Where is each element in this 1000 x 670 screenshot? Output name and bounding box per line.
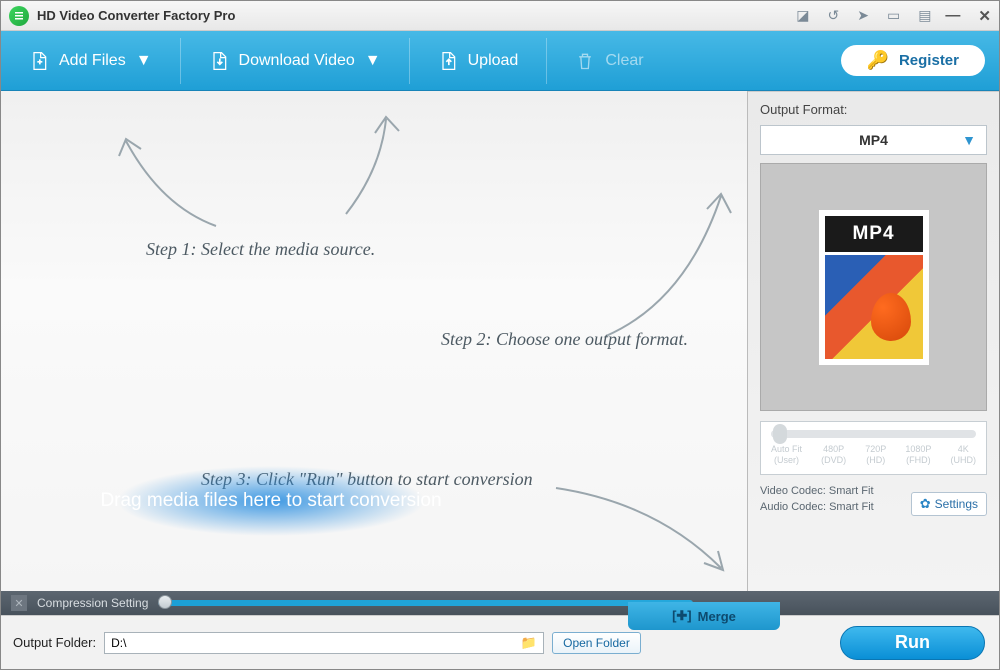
run-button[interactable]: Run (840, 626, 985, 660)
feedback-icon[interactable]: ▭ (887, 7, 900, 24)
format-select[interactable]: MP4 ▼ (760, 125, 987, 155)
chevron-down-icon: ▼ (136, 52, 152, 70)
step-1-text: Step 1: Select the media source. (146, 239, 375, 260)
gear-icon: ✿ (920, 496, 931, 512)
app-title: HD Video Converter Factory Pro (37, 8, 796, 23)
thumb-label: MP4 (852, 223, 894, 245)
main-toolbar: Add Files ▼ Download Video ▼ Upload Clea… (1, 31, 999, 91)
bottom-bar: [✚] Merge Output Folder: D:\ 📁 Open Fold… (1, 615, 999, 669)
facebook-icon[interactable]: ◪ (796, 7, 809, 24)
clear-label: Clear (605, 52, 643, 70)
title-social-icons: ◪ ↺ ➤ ▭ ▤ (796, 7, 931, 24)
open-folder-button[interactable]: Open Folder (552, 632, 641, 654)
separator (546, 38, 547, 84)
send-icon[interactable]: ➤ (857, 7, 869, 24)
resolution-slider[interactable]: Auto Fit(User) 480P(DVD) 720P(HD) 1080P(… (760, 421, 987, 475)
codec-row: Video Codec: Smart Fit Audio Codec: Smar… (760, 483, 987, 516)
drop-area[interactable]: Step 1: Select the media source. Step 2:… (1, 91, 748, 591)
format-value: MP4 (859, 132, 888, 148)
output-folder-value: D:\ (111, 636, 126, 650)
compression-bar: ✕ Compression Setting (1, 591, 999, 615)
thumb-image (825, 255, 923, 359)
arrow-3 (591, 171, 741, 341)
merge-icon: [✚] (672, 608, 692, 624)
undo-icon[interactable]: ↺ (827, 7, 839, 24)
format-preview[interactable]: MP4 (760, 163, 987, 411)
titlebar: HD Video Converter Factory Pro ◪ ↺ ➤ ▭ ▤… (1, 1, 999, 31)
compression-close-icon[interactable]: ✕ (11, 595, 27, 611)
app-icon (9, 6, 29, 26)
separator (180, 38, 181, 84)
separator (409, 38, 410, 84)
download-label: Download Video (239, 52, 355, 70)
register-label: Register (899, 52, 959, 69)
folder-browse-icon[interactable]: 📁 (521, 635, 537, 651)
drop-hint-text: Drag media files here to start conversio… (100, 490, 441, 512)
minimize-icon[interactable]: — (945, 7, 960, 25)
output-panel: Output Format: MP4 ▼ MP4 Auto Fit(User) … (748, 91, 999, 591)
audio-codec-text: Audio Codec: Smart Fit (760, 499, 874, 516)
compression-label: Compression Setting (37, 596, 148, 610)
chevron-down-icon: ▼ (962, 132, 976, 148)
merge-label: Merge (698, 609, 736, 624)
settings-button[interactable]: ✿ Settings (911, 492, 987, 516)
arrow-2 (331, 99, 451, 219)
upload-label: Upload (468, 52, 519, 70)
arrow-1 (101, 111, 231, 241)
add-files-button[interactable]: Add Files ▼ (15, 44, 166, 78)
add-files-label: Add Files (59, 52, 126, 70)
video-codec-text: Video Codec: Smart Fit (760, 483, 874, 500)
download-video-button[interactable]: Download Video ▼ (195, 44, 395, 78)
key-icon: 🔑 (867, 50, 889, 71)
close-icon[interactable]: ✕ (978, 7, 991, 25)
clear-button[interactable]: Clear (561, 44, 657, 78)
slider-labels: Auto Fit(User) 480P(DVD) 720P(HD) 1080P(… (771, 444, 976, 466)
list-icon[interactable]: ▤ (918, 7, 931, 24)
run-label: Run (895, 632, 930, 653)
codec-info: Video Codec: Smart Fit Audio Codec: Smar… (760, 483, 874, 516)
compression-thumb[interactable] (158, 595, 172, 609)
output-folder-label: Output Folder: (13, 635, 96, 650)
output-folder-input[interactable]: D:\ 📁 (104, 632, 544, 654)
main-area: Step 1: Select the media source. Step 2:… (1, 91, 999, 591)
drop-hint: Drag media files here to start conversio… (41, 441, 501, 561)
chevron-down-icon: ▼ (365, 52, 381, 70)
window-controls: — ✕ (945, 7, 991, 25)
compression-slider[interactable] (158, 600, 693, 606)
upload-button[interactable]: Upload (424, 44, 533, 78)
merge-button[interactable]: [✚] Merge (628, 602, 780, 630)
format-thumbnail: MP4 (819, 210, 929, 365)
step-2-text: Step 2: Choose one output format. (441, 329, 688, 350)
slider-thumb[interactable] (773, 424, 787, 444)
arrow-4 (546, 473, 736, 583)
slider-track[interactable] (771, 430, 976, 438)
register-button[interactable]: 🔑 Register (841, 45, 985, 76)
settings-label: Settings (935, 497, 978, 511)
output-format-title: Output Format: (760, 102, 987, 117)
